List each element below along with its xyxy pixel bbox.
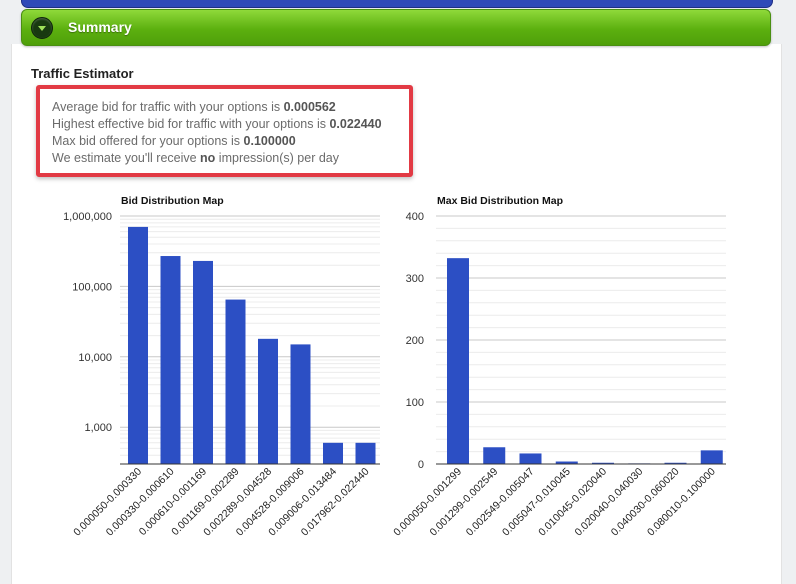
bar	[160, 256, 181, 464]
bar	[447, 258, 469, 464]
bar	[258, 338, 278, 464]
bar	[128, 226, 148, 464]
x-category-label: 0.005047-0.010045	[500, 466, 573, 539]
x-category-label: 0.001299-0.002549	[427, 466, 500, 539]
x-category-label: 0.020040-0.040030	[572, 466, 645, 539]
bid-distribution-charts: Bid Distribution Map 1,000 10,000 100,000 1,…	[63, 195, 726, 539]
y-tick-label: 100	[406, 397, 424, 409]
bar	[290, 344, 311, 464]
y-tick-label: 100,000	[72, 281, 112, 293]
bar	[519, 453, 542, 464]
bar	[483, 447, 506, 464]
x-category-label: 0.080010-0.100000	[645, 466, 718, 539]
x-category-label: 0.002549-0.005047	[464, 466, 537, 539]
y-tick-label: 200	[406, 335, 424, 347]
y-tick-label: 400	[406, 211, 424, 223]
y-tick-label: 10,000	[78, 352, 112, 364]
y-tick-label: 1,000	[84, 422, 112, 434]
y-tick-label: 1,000,000	[63, 211, 112, 223]
y-tick-label: 0	[418, 459, 424, 471]
chart-title: Bid Distribution Map	[121, 195, 224, 207]
x-category-label: 0.040030-0.060020	[609, 466, 682, 539]
y-tick-label: 300	[406, 273, 424, 285]
bar	[323, 442, 343, 464]
chart-title: Max Bid Distribution Map	[437, 195, 563, 207]
bar	[355, 442, 376, 464]
bar	[700, 450, 723, 464]
bar	[193, 260, 213, 464]
x-category-label: 0.000050-0.001299	[391, 466, 464, 539]
x-category-label: 0.010045-0.020040	[536, 466, 609, 539]
bar	[225, 299, 246, 464]
